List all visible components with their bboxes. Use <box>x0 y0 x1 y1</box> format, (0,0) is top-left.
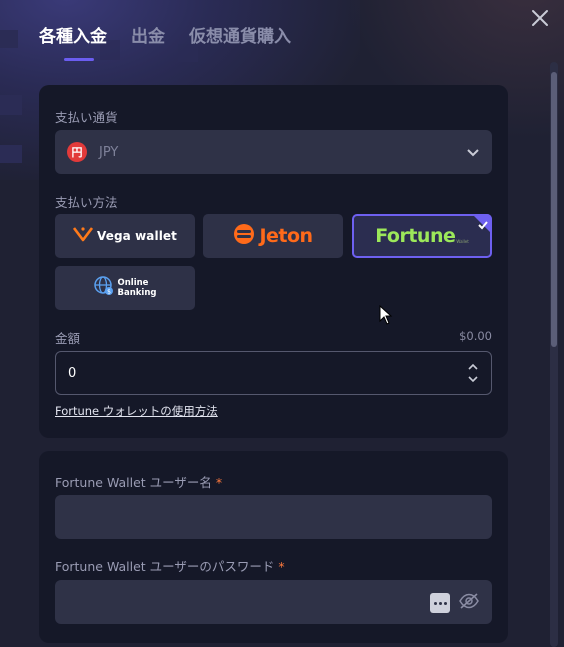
chevron-up-icon <box>468 363 478 370</box>
svg-text:$: $ <box>107 289 111 296</box>
jeton-label: Jeton <box>259 225 313 247</box>
method-online-banking[interactable]: $ Online Banking <box>55 266 195 310</box>
globe-icon: $ <box>93 276 114 300</box>
method-label: 支払い方法 <box>55 195 118 210</box>
scrollbar-thumb[interactable] <box>551 72 557 347</box>
password-input[interactable] <box>55 580 492 624</box>
amount-value: 0 <box>68 365 77 381</box>
vega-wallet-label: Vega wallet <box>96 229 178 243</box>
tab-withdraw[interactable]: 出金 <box>131 22 165 61</box>
jeton-logo-icon <box>233 223 255 249</box>
eye-off-icon[interactable] <box>458 592 480 614</box>
fortune-sub-label: Wallet <box>456 239 469 244</box>
tab-deposit[interactable]: 各種入金 <box>39 22 107 61</box>
payment-card: 支払い通貨 円 JPY 支払い方法 Vega wallet Jeton Fort… <box>39 85 508 438</box>
method-fortune-wallet[interactable]: Fortune Wallet <box>352 214 492 258</box>
fortune-label: Fortune <box>375 225 456 247</box>
tab-bar: 各種入金 出金 仮想通貨購入 <box>39 22 291 61</box>
chevron-down-icon <box>466 143 480 162</box>
mouse-cursor-icon <box>379 304 393 329</box>
chevron-down-icon <box>468 376 478 383</box>
tab-buy-crypto[interactable]: 仮想通貨購入 <box>189 22 291 61</box>
amount-input[interactable]: 0 <box>55 351 492 395</box>
method-jeton[interactable]: Jeton <box>203 214 343 258</box>
password-manager-icon[interactable] <box>430 593 450 613</box>
fortune-wallet-form: Fortune Wallet ユーザー名 * Fortune Wallet ユー… <box>39 451 508 643</box>
currency-label: 支払い通貨 <box>55 110 118 125</box>
amount-label: 金額 <box>55 331 81 346</box>
check-icon <box>477 216 489 230</box>
username-label: Fortune Wallet ユーザー名 * <box>55 475 223 490</box>
balance-value: $0.00 <box>459 329 492 343</box>
online-banking-label: Online Banking <box>117 278 157 298</box>
username-input[interactable] <box>55 495 492 539</box>
amount-stepper[interactable] <box>467 363 479 383</box>
vega-logo-icon <box>72 226 94 246</box>
currency-select[interactable]: 円 JPY <box>55 130 492 174</box>
method-vega-wallet[interactable]: Vega wallet <box>55 214 195 258</box>
fortune-howto-link[interactable]: Fortune ウォレットの使用方法 <box>55 403 218 419</box>
currency-value: JPY <box>99 144 119 160</box>
yen-icon: 円 <box>67 142 87 162</box>
close-icon[interactable] <box>530 8 550 28</box>
password-label: Fortune Wallet ユーザーのパスワード * <box>55 559 285 574</box>
